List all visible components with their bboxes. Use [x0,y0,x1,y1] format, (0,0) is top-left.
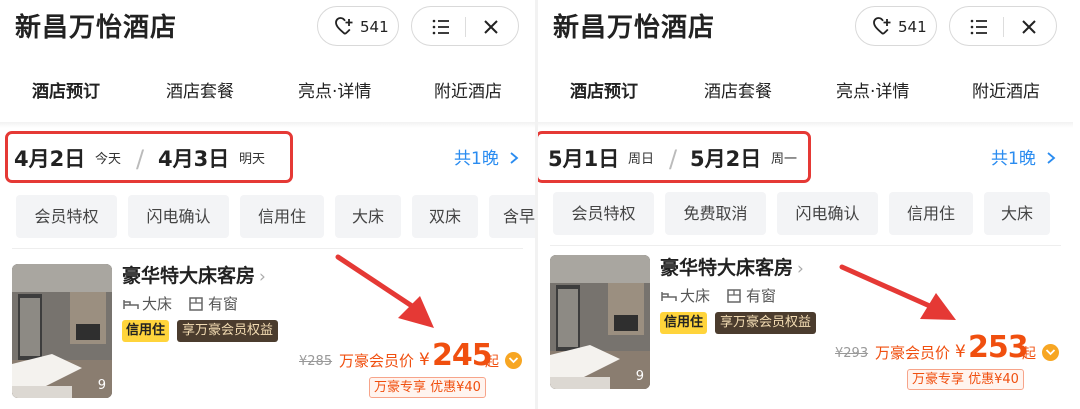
screenshot-panel-right: 新昌万怡酒店 541 酒店预订 酒店套餐 亮点·详情 附近酒店 5月1日 周日 … [538,0,1073,409]
annotation-arrow [839,264,956,320]
screenshot-panel-left: 新昌万怡酒店 541 酒店预订 酒店套餐 亮点·详情 附近酒店 4月2日 今天 … [0,0,535,409]
annotation-arrow [335,254,434,328]
